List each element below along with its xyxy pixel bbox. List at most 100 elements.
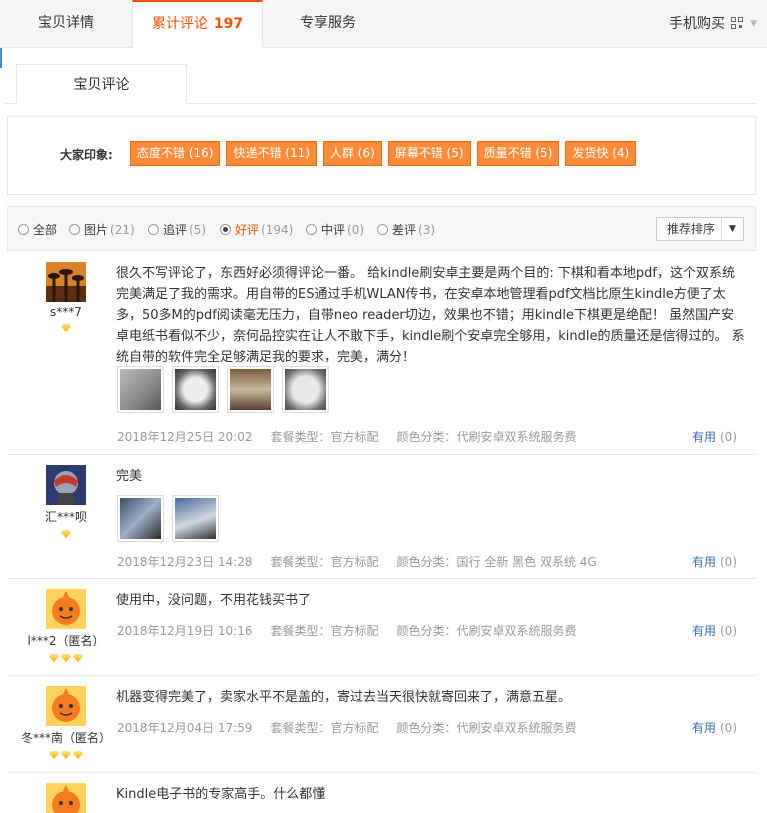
- review-item: 冬***南（匿名） 机器变得完美了，卖家水平不是盖的，寄过去当天很快就寄回来了，…: [7, 676, 756, 773]
- review-photo-thumbnail[interactable]: [227, 366, 274, 413]
- review-photo-thumbnail[interactable]: [172, 495, 219, 542]
- impression-tags: 态度不错 (16) 快递不错 (11) 人群 (6) 屏幕不错 (5) 质量不错…: [130, 141, 642, 166]
- diamond-icon: [49, 751, 59, 759]
- review-photos: [117, 495, 227, 542]
- filter-positive[interactable]: 好评 (194): [220, 221, 293, 238]
- filter-label: 图片: [84, 223, 109, 237]
- avatar: [46, 783, 86, 813]
- review-filter-bar: 全部 图片 (21) 追评 (5) 好评 (194) 中评 (0) 差评 (3) 推荐排序…: [7, 206, 756, 251]
- filter-negative[interactable]: 差评 (3): [377, 221, 435, 238]
- review-item: s***7 很久不写评论了，东西好必须得评论一番。 给kindle刷安卓主要是两…: [7, 252, 756, 455]
- radio-icon: [148, 224, 159, 235]
- tab-bar: 宝贝详情 累计评论 197 专享服务 手机购买 ▼: [0, 0, 767, 49]
- review-meta: 2018年12月23日 14:28 套餐类型：官方标配 颜色分类：国行 全新 黑色 …: [117, 553, 615, 570]
- filter-count: (194): [261, 223, 294, 237]
- filter-label: 全部: [33, 223, 58, 237]
- avatar: [46, 589, 86, 629]
- tab-item-reviews[interactable]: 宝贝评论: [16, 64, 187, 104]
- rank-badge: [7, 529, 125, 539]
- impression-tag[interactable]: 态度不错 (16): [130, 141, 221, 166]
- mobile-buy-label: 手机购买: [669, 16, 725, 32]
- review-package: 套餐类型：官方标配: [270, 624, 379, 638]
- impression-tag[interactable]: 快递不错 (11): [226, 141, 317, 166]
- review-text: 使用中，没问题，不用花钱买书了: [116, 593, 312, 608]
- review-item: Kindle电子书的专家高手。什么都懂: [7, 773, 756, 813]
- sort-dropdown[interactable]: 推荐排序 ▼: [656, 217, 744, 241]
- tab-reviews-label: 累计评论: [151, 16, 208, 32]
- review-text: 完美: [116, 469, 143, 484]
- useful-count: (0): [720, 555, 737, 569]
- qr-code-icon: [731, 17, 743, 29]
- username: l***2（匿名）: [27, 634, 105, 648]
- review-photo-thumbnail[interactable]: [172, 366, 219, 413]
- diamond-icon: [61, 324, 71, 332]
- diamond-icon: [49, 654, 59, 662]
- chevron-down-icon: ▼: [721, 218, 743, 240]
- tab-service[interactable]: 专享服务: [263, 0, 393, 48]
- filter-count: (21): [110, 223, 135, 237]
- filter-count: (5): [189, 223, 207, 237]
- filter-label: 中评: [321, 223, 346, 237]
- diamond-icon: [61, 654, 71, 662]
- mobile-buy-button[interactable]: 手机购买 ▼: [669, 0, 757, 48]
- filter-photos[interactable]: 图片 (21): [69, 221, 135, 238]
- diamond-icon: [73, 751, 83, 759]
- review-package: 套餐类型：官方标配: [270, 430, 379, 444]
- review-color: 颜色分类：代刷安卓双系统服务费: [396, 430, 577, 444]
- chevron-down-icon: ▼: [750, 19, 757, 29]
- diamond-icon: [61, 751, 71, 759]
- review-meta: 2018年12月25日 20:02 套餐类型：官方标配 颜色分类：代刷安卓双系统服务…: [117, 428, 595, 445]
- radio-icon: [377, 224, 388, 235]
- review-date: 2018年12月25日 20:02: [117, 430, 253, 444]
- avatar: [46, 465, 86, 505]
- diamond-icon: [61, 530, 71, 538]
- avatar: [46, 262, 86, 302]
- useful-label: 有用: [691, 721, 716, 735]
- impression-tag[interactable]: 发货快 (4): [565, 141, 637, 166]
- review-photo-thumbnail[interactable]: [282, 366, 329, 413]
- diamond-icon: [73, 654, 83, 662]
- review-color: 颜色分类：国行 全新 黑色 双系统 4G: [396, 555, 597, 569]
- filter-count: (0): [347, 223, 365, 237]
- review-package: 套餐类型：官方标配: [270, 555, 379, 569]
- useful-button[interactable]: 有用 (0): [692, 719, 737, 736]
- useful-button[interactable]: 有用 (0): [692, 553, 737, 570]
- radio-icon: [220, 224, 231, 235]
- useful-count: (0): [720, 430, 737, 444]
- review-page: 宝贝详情 累计评论 197 专享服务 手机购买 ▼ 宝贝评论 大家印象: 态度不错…: [0, 0, 767, 813]
- review-item: l***2（匿名） 使用中，没问题，不用花钱买书了 2018年12月19日 10…: [7, 579, 756, 676]
- review-user: 冬***南（匿名）: [7, 686, 125, 760]
- useful-button[interactable]: 有用 (0): [692, 622, 737, 639]
- impression-tag[interactable]: 屏幕不错 (5): [387, 141, 471, 166]
- tab-item-detail[interactable]: 宝贝详情: [0, 0, 132, 48]
- review-date: 2018年12月04日 17:59: [117, 721, 253, 735]
- rank-badge: [7, 323, 125, 333]
- review-photos: [117, 366, 337, 413]
- review-user: 汇***呗: [7, 465, 125, 539]
- review-color: 颜色分类：代刷安卓双系统服务费: [396, 721, 577, 735]
- useful-count: (0): [720, 624, 737, 638]
- review-text: 机器变得完美了，卖家水平不是盖的，寄过去当天很快就寄回来了，满意五星。: [116, 690, 572, 705]
- impressions-panel: 大家印象: 态度不错 (16) 快递不错 (11) 人群 (6) 屏幕不错 (5…: [7, 116, 756, 195]
- filter-all[interactable]: 全部: [18, 221, 57, 238]
- useful-label: 有用: [691, 430, 716, 444]
- review-photo-thumbnail[interactable]: [117, 495, 164, 542]
- useful-button[interactable]: 有用 (0): [692, 428, 737, 445]
- left-accent-bar: [0, 46, 2, 68]
- tab-reviews-count: 197: [213, 16, 244, 32]
- filter-label: 追评: [163, 223, 188, 237]
- impression-tag[interactable]: 质量不错 (5): [476, 141, 560, 166]
- review-photo-thumbnail[interactable]: [117, 366, 164, 413]
- avatar: [46, 686, 86, 726]
- filter-count: (3): [418, 223, 436, 237]
- review-meta: 2018年12月04日 17:59 套餐类型：官方标配 颜色分类：代刷安卓双系统服务…: [117, 719, 595, 736]
- filter-neutral[interactable]: 中评 (0): [306, 221, 364, 238]
- filter-label: 差评: [392, 223, 417, 237]
- impression-tag[interactable]: 人群 (6): [322, 141, 382, 166]
- review-date: 2018年12月19日 10:16: [117, 624, 253, 638]
- filter-followup[interactable]: 追评 (5): [148, 221, 206, 238]
- review-package: 套餐类型：官方标配: [270, 721, 379, 735]
- review-user: [7, 783, 125, 813]
- review-text: 很久不写评论了，东西好必须得评论一番。 给kindle刷安卓主要是两个目的: 下…: [116, 266, 745, 365]
- tab-reviews[interactable]: 累计评论 197: [132, 0, 263, 49]
